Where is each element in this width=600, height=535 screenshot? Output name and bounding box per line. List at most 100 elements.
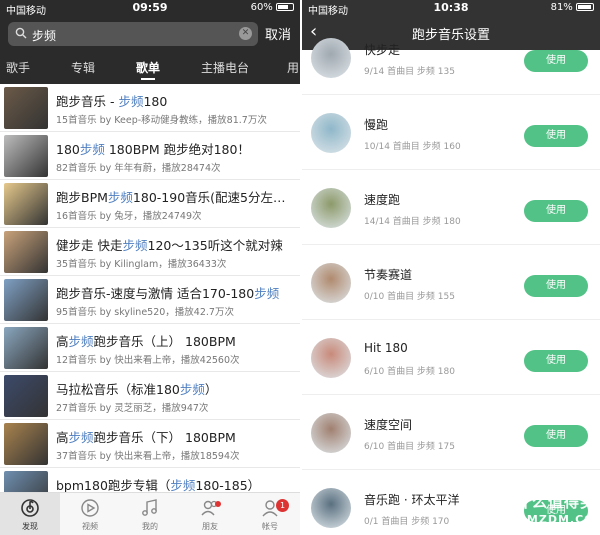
playlist-avatar [311, 113, 351, 153]
use-button[interactable]: 使用 [524, 125, 588, 147]
notification-badge: 1 [276, 499, 289, 512]
title-text: 跑步BPM [56, 190, 108, 205]
playlist-title: 跑步音乐-速度与激情 适合170-180步频 [56, 283, 296, 302]
playlist-name: 速度空间 [364, 418, 413, 432]
playlist-meta: 14/14 首曲目 步频 180 [364, 217, 461, 227]
title-highlight: 步频 [170, 478, 196, 493]
status-bar: 中国移动 09:59 60% [0, 0, 300, 17]
notification-dot [215, 501, 221, 507]
clear-icon[interactable]: ✕ [239, 27, 252, 40]
playlist-avatar [311, 38, 351, 78]
run-playlist-row: 快步走 9/14 首曲目 步频 135 使用 [302, 20, 600, 95]
site-watermark: 值 什么值得买 SMZDM.COM [472, 487, 600, 535]
use-button[interactable]: 使用 [524, 275, 588, 297]
playlist-row[interactable]: 跑步BPM步频180-190音乐(配速5分左… 16首音乐 by 兔牙，播放247… [0, 180, 300, 228]
playlist-row[interactable]: 跑步音乐 - 步频180 15首音乐 by Keep-移动健身教练，播放81.7万… [0, 84, 300, 132]
title-highlight: 步频 [68, 430, 94, 445]
title-text: 跑步音乐-速度与激情 适合170-180 [56, 286, 255, 301]
title-text: 180-185） [195, 478, 261, 493]
title-text: bpm180跑步专辑（ [56, 478, 171, 493]
tab-album[interactable]: 专辑 [71, 59, 95, 76]
title-text: 跑步音乐（上） 180BPM [93, 334, 236, 349]
playlist-cover [4, 231, 48, 273]
bottom-nav: 发现 视频 我的 朋友 1 帐号 [0, 492, 300, 535]
search-query: 步频 [32, 29, 57, 43]
tab-radio[interactable]: 主播电台 [201, 59, 249, 76]
watermark-text: 什么值得买 [516, 493, 597, 511]
tab-user[interactable]: 用 [287, 59, 299, 76]
playlist-name: 快步走 [364, 43, 401, 57]
playlist-cover [4, 87, 48, 129]
battery-icon [576, 3, 594, 11]
nav-discover[interactable]: 发现 [0, 497, 60, 532]
use-button[interactable]: 使用 [524, 50, 588, 72]
playlist-title: 180步频 180BPM 跑步绝对180！ [56, 139, 296, 158]
cancel-button[interactable]: 取消 [265, 24, 291, 43]
title-text: 120～135听这个就对辣 [147, 238, 283, 253]
title-text: 跑步音乐（下） 180BPM [93, 430, 236, 445]
title-text: 180BPM 跑步绝对180！ [104, 142, 250, 157]
nav-friends[interactable]: 朋友 [180, 497, 240, 532]
playlist-title: 马拉松音乐（标准180步频） [56, 379, 296, 398]
playlist-title: 跑步BPM步频180-190音乐(配速5分左… [56, 187, 296, 206]
playlist-meta: 0/1 首曲目 步频 170 [364, 517, 450, 527]
result-tabs: 歌手 专辑 歌单 主播电台 用 [0, 52, 300, 84]
playlist-cover [4, 279, 48, 321]
discover-icon [21, 499, 39, 517]
battery-percent: 81% [550, 2, 573, 13]
playlist-meta: 35首音乐 by Kilinglam，播放36433次 [56, 259, 227, 270]
playlist-cover [4, 327, 48, 369]
playlist-cover [4, 183, 48, 225]
playlist-meta: 6/10 首曲目 步频 180 [364, 367, 455, 377]
playlist-title: 健步走 快走步频120～135听这个就对辣 [56, 235, 296, 254]
nav-mine[interactable]: 我的 [120, 497, 180, 532]
playlist-meta: 9/14 首曲目 步频 135 [364, 67, 455, 77]
use-button[interactable]: 使用 [524, 350, 588, 372]
playlist-row[interactable]: 高步频跑步音乐（上） 180BPM 12首音乐 by 快出来看上帝，播放42560… [0, 324, 300, 372]
playlist-avatar [311, 488, 351, 528]
playlist-avatar [311, 188, 351, 228]
playlist-cover [4, 375, 48, 417]
playlist-name: 音乐跑 · 环太平洋 [364, 493, 460, 507]
playlist-meta: 10/14 首曲目 步频 160 [364, 142, 461, 152]
search-header: 中国移动 09:59 60% 步频 ✕ 取消 歌手 专辑 歌单 主播电台 用 [0, 0, 300, 84]
nav-label: 帐号 [262, 522, 278, 531]
run-music-settings-screen: 中国移动 10:38 81% ‹ 跑步音乐设置 快步走 9/14 首曲目 步频 1… [302, 0, 600, 535]
playlist-avatar [311, 338, 351, 378]
search-icon [15, 27, 27, 39]
run-playlist-row: 节奏赛道 0/10 首曲目 步频 155 使用 [302, 245, 600, 320]
watermark-logo: 值 [472, 491, 510, 529]
playlist-name: 速度跑 [364, 193, 401, 207]
playlist-title: 跑步音乐 - 步频180 [56, 91, 296, 110]
nav-video[interactable]: 视频 [60, 497, 120, 532]
use-button[interactable]: 使用 [524, 425, 588, 447]
title-text: 马拉松音乐（标准180 [56, 382, 180, 397]
title-highlight: 步频 [254, 286, 280, 301]
use-button[interactable]: 使用 [524, 200, 588, 222]
tab-playlist[interactable]: 歌单 [136, 59, 160, 76]
title-highlight: 步频 [107, 190, 133, 205]
playlist-name: 节奏赛道 [364, 268, 413, 282]
playlist-row[interactable]: 马拉松音乐（标准180步频） 27首音乐 by 灵芝丽芝，播放947次 [0, 372, 300, 420]
title-text: 高 [56, 430, 69, 445]
tab-singer[interactable]: 歌手 [6, 59, 30, 76]
title-highlight: 步频 [118, 94, 144, 109]
nav-account[interactable]: 1 帐号 [240, 497, 300, 532]
playlist-row[interactable]: 健步走 快走步频120～135听这个就对辣 35首音乐 by Kilinglam，… [0, 228, 300, 276]
title-text: 180 [143, 94, 168, 109]
search-input[interactable]: 步频 ✕ [8, 22, 258, 46]
playlist-avatar [311, 263, 351, 303]
title-text: 180-190音乐(配速5分左… [132, 190, 286, 205]
title-text: 健步走 快走 [56, 238, 123, 253]
playlist-title: 高步频跑步音乐（下） 180BPM [56, 427, 296, 446]
title-text: 跑步音乐 - [56, 94, 119, 109]
playlist-name: 慢跑 [364, 118, 389, 132]
nav-label: 视频 [82, 522, 98, 531]
playlist-row[interactable]: 180步频 180BPM 跑步绝对180！ 82首音乐 by 年年有蔚，播放284… [0, 132, 300, 180]
nav-label: 我的 [142, 522, 158, 531]
playlist-meta: 95首音乐 by skyline520，播放42.7万次 [56, 307, 234, 318]
playlist-meta: 16首音乐 by 兔牙，播放24749次 [56, 211, 202, 222]
music-note-icon [142, 499, 157, 516]
playlist-row[interactable]: 跑步音乐-速度与激情 适合170-180步频 95首音乐 by skyline52… [0, 276, 300, 324]
playlist-row[interactable]: 高步频跑步音乐（下） 180BPM 37首音乐 by 快出来看上帝，播放18594… [0, 420, 300, 468]
